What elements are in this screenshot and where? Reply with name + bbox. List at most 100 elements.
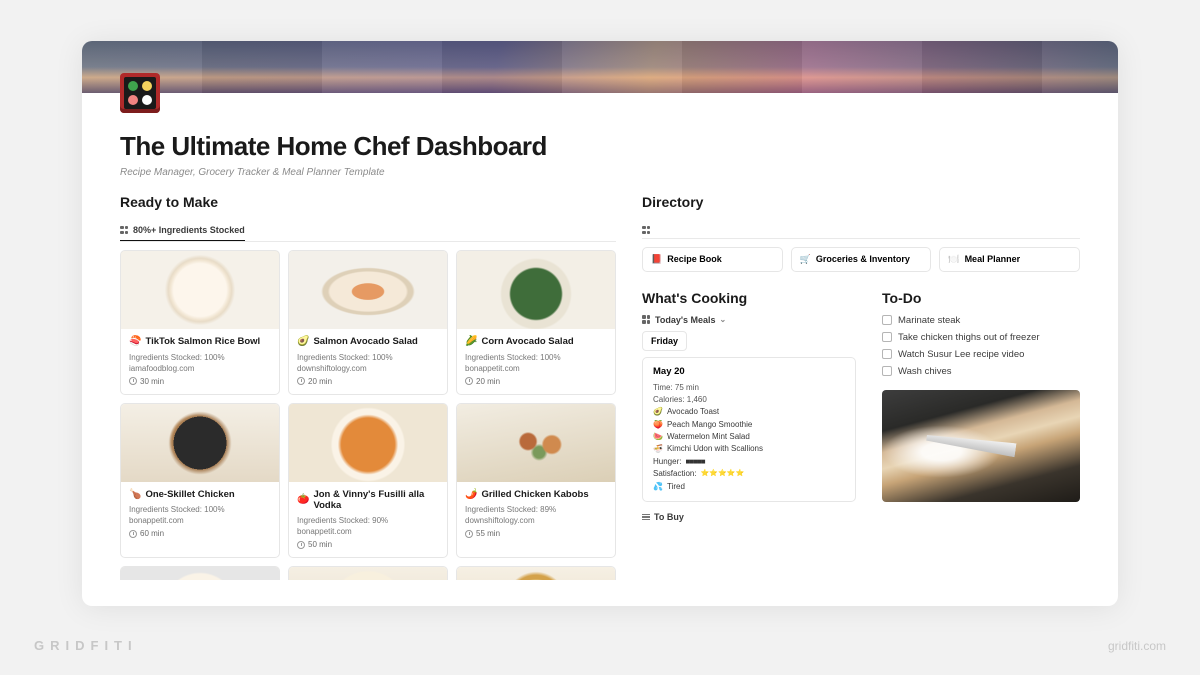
satisfaction-label: Satisfaction: (653, 468, 697, 480)
embedded-image (882, 390, 1080, 502)
recipe-name: Corn Avocado Salad (481, 336, 573, 348)
recipe-time: 50 min (308, 540, 332, 549)
checkbox-icon[interactable] (882, 315, 892, 325)
recipe-row-overflow (120, 566, 616, 580)
meal-name: Avocado Toast (667, 406, 719, 418)
recipe-image (289, 404, 447, 482)
recipe-card[interactable]: 🌽 Corn Avocado Salad Ingredients Stocked:… (456, 250, 616, 395)
mood-value: Tired (667, 481, 685, 493)
todo-label: Wash chives (898, 366, 952, 377)
recipe-image (121, 404, 279, 482)
dir-emoji: 🛒 (800, 254, 811, 265)
dir-label: Groceries & Inventory (816, 254, 910, 264)
recipe-time: 20 min (308, 377, 332, 386)
clock-icon (297, 541, 305, 549)
recipe-emoji: 🍣 (129, 336, 141, 349)
recipe-name: Jon & Vinny's Fusilli alla Vodka (313, 489, 439, 513)
recipe-emoji: 🥑 (297, 336, 309, 349)
todo-item[interactable]: Take chicken thighs out of freezer (882, 329, 1080, 346)
view-tab-tobuy[interactable]: To Buy (642, 512, 856, 522)
recipe-source: iamafoodblog.com (129, 364, 271, 373)
recipe-stocked: Ingredients Stocked: 89% (465, 505, 607, 514)
clock-icon (129, 530, 137, 538)
recipe-image (457, 404, 615, 482)
meal-name: Kimchi Udon with Scallions (667, 443, 763, 455)
recipe-image (457, 251, 615, 329)
recipe-emoji: 🌽 (465, 336, 477, 349)
recipe-card[interactable]: 🌶️ Grilled Chicken Kabobs Ingredients Sto… (456, 403, 616, 559)
checkbox-icon[interactable] (882, 366, 892, 376)
todo-item[interactable]: Watch Susur Lee recipe video (882, 346, 1080, 363)
dir-card-recipe-book[interactable]: 📕 Recipe Book (642, 247, 783, 272)
dir-label: Recipe Book (667, 254, 722, 264)
recipe-source: downshiftology.com (297, 364, 439, 373)
meal-card[interactable]: May 20 Time: 75 min Calories: 1,460 🥑Avo… (642, 357, 856, 503)
todo-item[interactable]: Wash chives (882, 363, 1080, 380)
recipe-grid: 🍣 TikTok Salmon Rice Bowl Ingredients Sto… (120, 250, 616, 558)
meal-calories: Calories: 1,460 (653, 394, 845, 406)
meal-time: Time: 75 min (653, 382, 845, 394)
recipe-card[interactable]: 🍗One-Skillet Chicken Ingredients Stocked… (120, 403, 280, 559)
recipe-stocked: Ingredients Stocked: 90% (297, 516, 439, 525)
recipe-time: 20 min (476, 377, 500, 386)
directory-heading: Directory (642, 194, 1080, 210)
recipe-image (289, 251, 447, 329)
recipe-source: bonappetit.com (129, 516, 271, 525)
todo-label: Marinate steak (898, 315, 960, 326)
tobuy-label: To Buy (654, 512, 684, 522)
todo-label: Watch Susur Lee recipe video (898, 349, 1024, 360)
gallery-icon[interactable] (642, 226, 651, 235)
cooking-heading: What's Cooking (642, 290, 856, 306)
recipe-card[interactable]: 🥑 Salmon Avocado Salad Ingredients Stocke… (288, 250, 448, 395)
recipe-emoji: 🍅 (297, 494, 309, 507)
checkbox-icon[interactable] (882, 332, 892, 342)
view-tab-label: 80%+ Ingredients Stocked (133, 225, 245, 235)
recipe-name: TikTok Salmon Rice Bowl (145, 336, 260, 348)
dir-emoji: 🍽️ (948, 254, 959, 265)
todo-item[interactable]: Marinate steak (882, 312, 1080, 329)
view-tab-label: Today's Meals (655, 315, 716, 325)
recipe-stocked: Ingredients Stocked: 100% (129, 353, 271, 362)
hunger-label: Hunger: (653, 456, 681, 468)
clock-icon (465, 377, 473, 385)
gallery-icon (120, 226, 129, 235)
chevron-down-icon: ⌄ (720, 315, 727, 324)
todo-heading: To-Do (882, 290, 1080, 306)
dir-emoji: 📕 (651, 254, 662, 265)
recipe-stocked: Ingredients Stocked: 100% (297, 353, 439, 362)
recipe-source: bonappetit.com (465, 364, 607, 373)
meal-name: Watermelon Mint Salad (667, 431, 750, 443)
ready-heading: Ready to Make (120, 194, 616, 210)
meal-name: Peach Mango Smoothie (667, 419, 752, 431)
dir-card-groceries[interactable]: 🛒 Groceries & Inventory (791, 247, 932, 272)
meal-date: May 20 (653, 366, 845, 377)
recipe-emoji: 🌶️ (465, 489, 477, 502)
brand-mark-right: gridfiti.com (1108, 639, 1166, 653)
page-icon-bento[interactable] (120, 73, 160, 113)
gallery-icon (642, 315, 651, 324)
satisfaction-value: ⭐⭐⭐⭐⭐ (701, 469, 745, 480)
page-title[interactable]: The Ultimate Home Chef Dashboard (120, 131, 1080, 162)
view-tab-stocked[interactable]: 80%+ Ingredients Stocked (120, 221, 245, 241)
recipe-stocked: Ingredients Stocked: 100% (465, 353, 607, 362)
recipe-name: Salmon Avocado Salad (313, 336, 417, 348)
notion-page-frame: The Ultimate Home Chef Dashboard Recipe … (82, 41, 1118, 606)
recipe-image (121, 251, 279, 329)
dir-card-meal-planner[interactable]: 🍽️ Meal Planner (939, 247, 1080, 272)
recipe-card[interactable]: 🍣 TikTok Salmon Rice Bowl Ingredients Sto… (120, 250, 280, 395)
recipe-source: bonappetit.com (297, 527, 439, 536)
recipe-card[interactable]: 🍅 Jon & Vinny's Fusilli alla Vodka Ingred… (288, 403, 448, 559)
clock-icon (297, 377, 305, 385)
recipe-source: downshiftology.com (465, 516, 607, 525)
page-subtitle: Recipe Manager, Grocery Tracker & Meal P… (120, 167, 1080, 178)
checkbox-icon[interactable] (882, 349, 892, 359)
view-tab-todays-meals[interactable]: Today's Meals ⌄ (642, 312, 856, 331)
recipe-emoji: 🍗 (129, 489, 141, 502)
dir-label: Meal Planner (965, 254, 1021, 264)
recipe-time: 30 min (140, 377, 164, 386)
clock-icon (129, 377, 137, 385)
day-label[interactable]: Friday (642, 331, 687, 351)
recipe-time: 55 min (476, 529, 500, 538)
recipe-name: Grilled Chicken Kabobs (481, 489, 588, 501)
brand-mark-left: GRIDFITI (34, 638, 138, 653)
